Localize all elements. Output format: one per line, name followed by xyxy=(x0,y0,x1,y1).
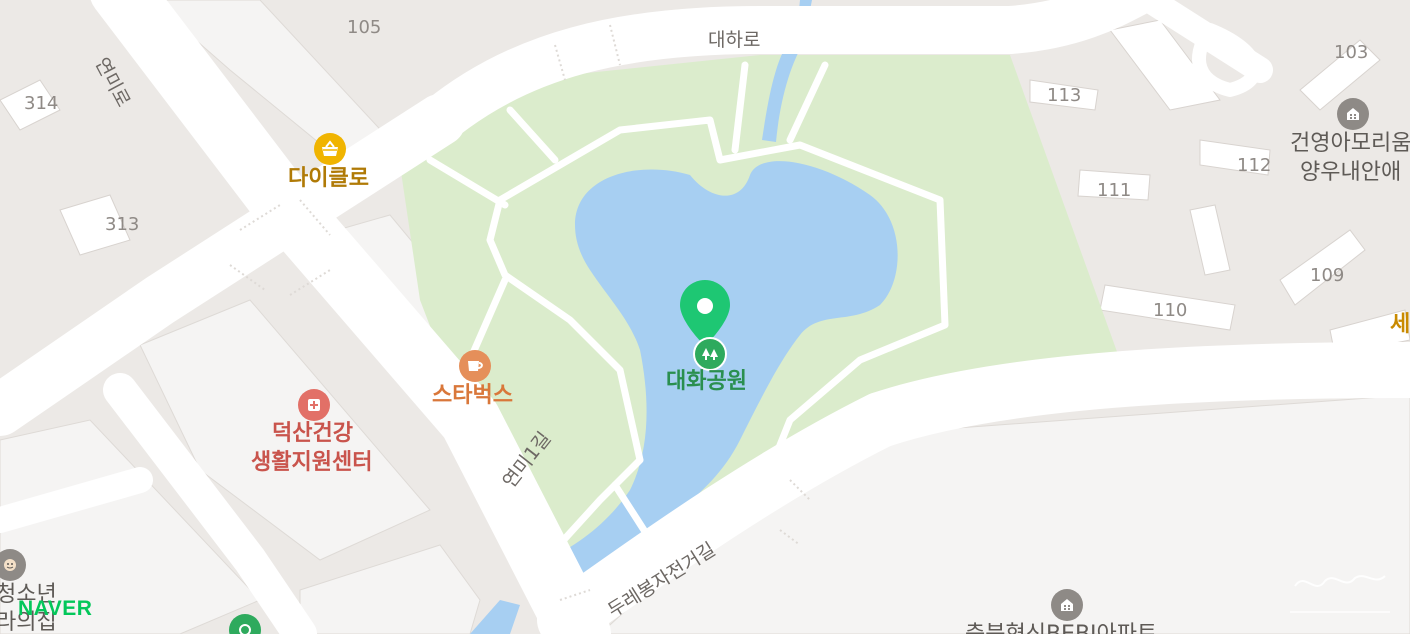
park-poi-icon[interactable] xyxy=(693,337,727,371)
cafe-icon xyxy=(468,361,483,371)
right-edge-label[interactable]: 세 xyxy=(1390,314,1410,336)
road-label-daharo: 대하로 xyxy=(708,29,761,51)
daiclo-poi-icon[interactable] xyxy=(314,133,346,165)
health-center-label-line1[interactable]: 덕산건강 xyxy=(272,423,353,445)
poi-icon xyxy=(239,624,251,634)
daiclo-label[interactable]: 다이클로 xyxy=(288,168,369,190)
apartment-bottom-label[interactable]: 충북혁신BEBI아파트 xyxy=(965,624,1157,634)
apartment-bottom-poi-icon[interactable] xyxy=(1051,589,1083,621)
map-canvas[interactable]: 105 314 313 103 113 112 111 109 110 대하로 … xyxy=(0,0,1410,634)
face-icon xyxy=(4,559,16,571)
apartment-icon xyxy=(1347,108,1359,120)
building-number: 111 xyxy=(1097,180,1132,201)
watermark-signature xyxy=(1290,575,1390,613)
apartment-right-label-line1[interactable]: 건영아모리움 xyxy=(1290,133,1410,155)
park-label[interactable]: 대화공원 xyxy=(666,371,747,393)
tree-icon xyxy=(702,348,718,360)
naver-logo: NAVER xyxy=(18,597,93,620)
building-number: 103 xyxy=(1334,42,1369,63)
apartment-right-poi-icon[interactable] xyxy=(1337,98,1369,130)
apartment-right-label-line2[interactable]: 양우내안애 xyxy=(1300,162,1401,184)
building-number: 109 xyxy=(1310,265,1345,286)
building-number: 105 xyxy=(347,17,382,38)
starbucks-poi-icon[interactable] xyxy=(459,350,491,382)
building-number: 112 xyxy=(1237,155,1272,176)
building-number: 313 xyxy=(105,214,140,235)
apartment-icon xyxy=(1061,599,1073,611)
building-number: 113 xyxy=(1047,85,1082,106)
shopping-basket-icon xyxy=(322,140,338,156)
health-center-label-line2[interactable]: 생활지원센터 xyxy=(251,452,372,474)
building-number: 110 xyxy=(1153,300,1188,321)
starbucks-label[interactable]: 스타벅스 xyxy=(432,385,513,407)
medical-cross-icon xyxy=(308,399,320,411)
health-center-poi-icon[interactable] xyxy=(298,389,330,421)
building-number: 314 xyxy=(24,93,59,114)
